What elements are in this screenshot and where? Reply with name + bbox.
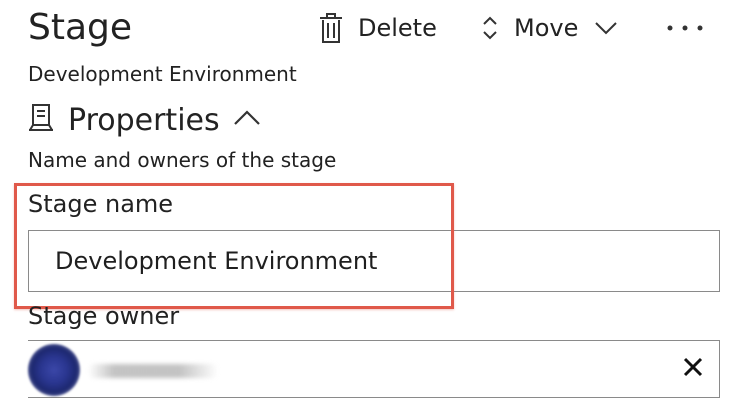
stage-name-input[interactable]: Development Environment — [28, 230, 720, 292]
more-options-button[interactable] — [666, 10, 704, 46]
owner-name-redacted — [88, 364, 218, 378]
delete-button[interactable]: Delete — [318, 10, 437, 46]
stage-name-label: Stage name — [28, 190, 174, 218]
sort-arrows-icon — [480, 14, 500, 42]
page-title: Stage — [28, 7, 133, 48]
chevron-up-icon — [232, 109, 262, 131]
more-ellipsis-icon — [666, 23, 704, 33]
properties-description: Name and owners of the stage — [28, 148, 337, 172]
close-icon — [682, 356, 704, 382]
avatar — [28, 344, 80, 396]
properties-section-toggle[interactable]: Properties — [28, 100, 262, 140]
delete-label: Delete — [358, 14, 437, 42]
stage-subtitle: Development Environment — [28, 62, 297, 86]
move-label: Move — [514, 14, 579, 42]
stage-owner-label: Stage owner — [28, 302, 180, 330]
clear-owner-button[interactable] — [676, 352, 710, 386]
trash-icon — [318, 12, 344, 44]
server-icon — [28, 103, 54, 137]
stage-name-value: Development Environment — [55, 247, 378, 275]
properties-heading: Properties — [68, 102, 220, 138]
chevron-down-icon — [594, 20, 618, 36]
stage-panel: Stage Delete Move Development Environmen… — [0, 0, 734, 410]
move-button[interactable]: Move — [480, 10, 618, 46]
